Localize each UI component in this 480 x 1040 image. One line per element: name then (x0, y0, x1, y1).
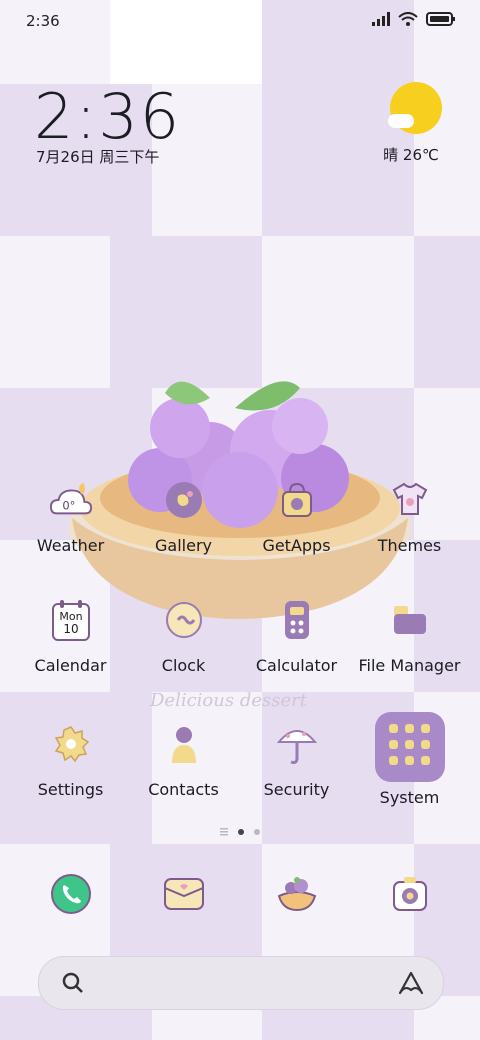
calculator-icon (275, 598, 319, 642)
calendar-icon: Mon 10 (49, 598, 93, 642)
app-getapps[interactable]: GetApps (240, 478, 353, 555)
app-settings[interactable]: Settings (14, 722, 127, 799)
weather-icon: 0° (49, 478, 93, 522)
dock-phone[interactable] (14, 872, 127, 916)
app-gallery[interactable]: Gallery (127, 478, 240, 555)
app-label: GetApps (262, 536, 331, 555)
menu-lines-icon (220, 828, 228, 836)
search-icon[interactable] (61, 971, 85, 995)
app-label: Themes (377, 536, 442, 555)
app-themes[interactable]: Themes (353, 478, 466, 555)
weather-temperature: 晴 26℃ (383, 146, 439, 164)
status-time: 2:36 (26, 12, 60, 30)
assistant-icon[interactable] (397, 970, 425, 996)
wifi-icon (398, 12, 418, 26)
app-label: Security (263, 780, 330, 799)
app-label: Calculator (255, 656, 338, 675)
app-label: Gallery (155, 536, 212, 555)
app-system-folder[interactable]: System (353, 712, 466, 807)
phone-icon (49, 872, 93, 916)
dock (14, 872, 466, 922)
page-dot-1[interactable] (238, 829, 244, 835)
app-label: Contacts (148, 780, 219, 799)
messages-icon (162, 872, 206, 916)
dock-camera[interactable] (353, 872, 466, 916)
app-calendar[interactable]: Mon 10 Calendar (14, 598, 127, 675)
app-label: Settings (37, 780, 104, 799)
file-manager-icon (388, 598, 432, 642)
wallpaper-caption: Delicious dessert (150, 690, 307, 711)
app-calculator[interactable]: Calculator (240, 598, 353, 675)
clock-widget-time[interactable]: 2:36 (34, 80, 181, 153)
weather-widget[interactable]: 晴 26℃ (383, 82, 448, 165)
security-icon (275, 722, 319, 766)
svg-text:10: 10 (63, 622, 78, 636)
contacts-icon (162, 722, 206, 766)
clock-icon (162, 598, 206, 642)
dock-browser[interactable] (240, 872, 353, 916)
dock-messages[interactable] (127, 872, 240, 916)
camera-icon (388, 872, 432, 916)
svg-text:0°: 0° (62, 499, 75, 513)
battery-icon (426, 12, 455, 26)
gallery-icon (162, 478, 206, 522)
page-indicator[interactable] (0, 828, 480, 836)
clock-widget-date[interactable]: 7月26日 周三下午 (36, 146, 159, 167)
app-file-manager[interactable]: File Manager (353, 598, 466, 675)
app-label: File Manager (358, 656, 461, 675)
browser-icon (275, 872, 319, 916)
app-label: Clock (161, 656, 206, 675)
system-folder-icon (374, 712, 445, 782)
getapps-icon (275, 478, 319, 522)
status-bar: 2:36 (0, 0, 480, 40)
app-label: Calendar (34, 656, 107, 675)
sunny-cloud-icon (388, 82, 442, 134)
app-contacts[interactable]: Contacts (127, 722, 240, 799)
settings-icon (49, 722, 93, 766)
app-security[interactable]: Security (240, 722, 353, 799)
app-weather[interactable]: 0° Weather (14, 478, 127, 555)
signal-icon (372, 12, 390, 26)
page-dot-2[interactable] (254, 829, 260, 835)
app-label: Weather (36, 536, 105, 555)
app-label: System (379, 788, 440, 807)
app-clock[interactable]: Clock (127, 598, 240, 675)
themes-icon (388, 478, 432, 522)
search-bar[interactable] (38, 956, 444, 1010)
